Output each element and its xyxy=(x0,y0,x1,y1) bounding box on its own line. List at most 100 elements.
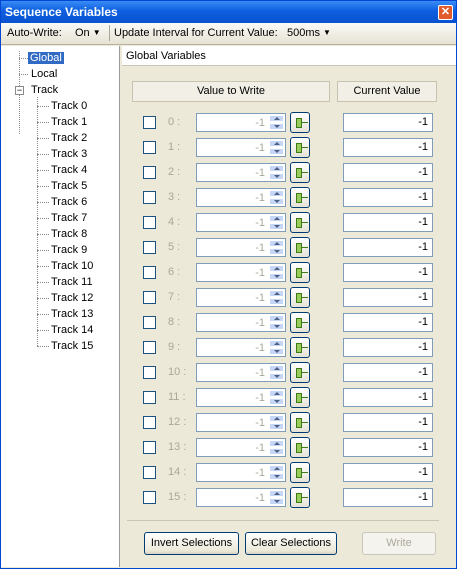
stepper-up-icon[interactable] xyxy=(269,415,284,422)
tree-item-track-6[interactable]: Track 6 xyxy=(51,195,87,210)
stepper-down-icon[interactable] xyxy=(269,173,284,180)
write-button[interactable]: Write xyxy=(362,532,436,555)
select-checkbox[interactable] xyxy=(143,366,156,379)
tree-item-track[interactable]: Track xyxy=(31,83,58,98)
tree-item-local[interactable]: Local xyxy=(31,67,57,82)
stepper-up-icon[interactable] xyxy=(269,215,284,222)
tree-item-track-13[interactable]: Track 13 xyxy=(51,307,93,322)
value-to-write-stepper[interactable]: -1 xyxy=(196,163,286,182)
stepper-up-icon[interactable] xyxy=(269,290,284,297)
value-to-write-stepper[interactable]: -1 xyxy=(196,113,286,132)
copy-current-value-button[interactable] xyxy=(290,412,310,433)
stepper-down-icon[interactable] xyxy=(269,223,284,230)
select-checkbox[interactable] xyxy=(143,291,156,304)
copy-current-value-button[interactable] xyxy=(290,112,310,133)
select-checkbox[interactable] xyxy=(143,491,156,504)
tree-item-track-15[interactable]: Track 15 xyxy=(51,339,93,354)
stepper-up-icon[interactable] xyxy=(269,490,284,497)
value-to-write-stepper[interactable]: -1 xyxy=(196,263,286,282)
copy-current-value-button[interactable] xyxy=(290,387,310,408)
tree-item-track-2[interactable]: Track 2 xyxy=(51,131,87,146)
copy-current-value-button[interactable] xyxy=(290,437,310,458)
select-checkbox[interactable] xyxy=(143,466,156,479)
stepper-down-icon[interactable] xyxy=(269,498,284,505)
select-checkbox[interactable] xyxy=(143,416,156,429)
copy-current-value-button[interactable] xyxy=(290,187,310,208)
select-checkbox[interactable] xyxy=(143,266,156,279)
stepper-up-icon[interactable] xyxy=(269,390,284,397)
autowrite-dropdown[interactable]: On ▼ xyxy=(75,27,101,39)
stepper-up-icon[interactable] xyxy=(269,465,284,472)
stepper-up-icon[interactable] xyxy=(269,265,284,272)
stepper-up-icon[interactable] xyxy=(269,165,284,172)
clear-selections-button[interactable]: Clear Selections xyxy=(245,532,337,555)
copy-current-value-button[interactable] xyxy=(290,162,310,183)
stepper-up-icon[interactable] xyxy=(269,115,284,122)
tree-item-track-12[interactable]: Track 12 xyxy=(51,291,93,306)
stepper-up-icon[interactable] xyxy=(269,240,284,247)
copy-current-value-button[interactable] xyxy=(290,262,310,283)
select-checkbox[interactable] xyxy=(143,316,156,329)
stepper-down-icon[interactable] xyxy=(269,448,284,455)
value-to-write-stepper[interactable]: -1 xyxy=(196,413,286,432)
collapse-icon[interactable]: − xyxy=(15,86,24,95)
value-to-write-stepper[interactable]: -1 xyxy=(196,213,286,232)
stepper-up-icon[interactable] xyxy=(269,340,284,347)
select-checkbox[interactable] xyxy=(143,191,156,204)
stepper-down-icon[interactable] xyxy=(269,123,284,130)
tree-item-track-5[interactable]: Track 5 xyxy=(51,179,87,194)
value-to-write-stepper[interactable]: -1 xyxy=(196,338,286,357)
value-to-write-stepper[interactable]: -1 xyxy=(196,188,286,207)
stepper-down-icon[interactable] xyxy=(269,148,284,155)
value-to-write-stepper[interactable]: -1 xyxy=(196,488,286,507)
value-to-write-stepper[interactable]: -1 xyxy=(196,363,286,382)
tree-item-track-3[interactable]: Track 3 xyxy=(51,147,87,162)
copy-current-value-button[interactable] xyxy=(290,312,310,333)
value-to-write-stepper[interactable]: -1 xyxy=(196,388,286,407)
interval-dropdown[interactable]: 500ms ▼ xyxy=(287,27,331,39)
copy-current-value-button[interactable] xyxy=(290,337,310,358)
copy-current-value-button[interactable] xyxy=(290,212,310,233)
tree-item-track-8[interactable]: Track 8 xyxy=(51,227,87,242)
value-to-write-stepper[interactable]: -1 xyxy=(196,438,286,457)
stepper-up-icon[interactable] xyxy=(269,440,284,447)
copy-current-value-button[interactable] xyxy=(290,237,310,258)
select-checkbox[interactable] xyxy=(143,391,156,404)
stepper-up-icon[interactable] xyxy=(269,190,284,197)
copy-current-value-button[interactable] xyxy=(290,487,310,508)
tree-item-track-11[interactable]: Track 11 xyxy=(51,275,93,290)
stepper-down-icon[interactable] xyxy=(269,473,284,480)
value-to-write-stepper[interactable]: -1 xyxy=(196,463,286,482)
tree-item-track-7[interactable]: Track 7 xyxy=(51,211,87,226)
tree-item-track-14[interactable]: Track 14 xyxy=(51,323,93,338)
close-icon[interactable]: ✕ xyxy=(438,5,453,20)
value-to-write-stepper[interactable]: -1 xyxy=(196,313,286,332)
stepper-down-icon[interactable] xyxy=(269,323,284,330)
stepper-up-icon[interactable] xyxy=(269,365,284,372)
stepper-up-icon[interactable] xyxy=(269,315,284,322)
select-checkbox[interactable] xyxy=(143,116,156,129)
tree-item-track-0[interactable]: Track 0 xyxy=(51,99,87,114)
value-to-write-stepper[interactable]: -1 xyxy=(196,238,286,257)
tree-item-global[interactable]: Global xyxy=(28,51,64,66)
stepper-down-icon[interactable] xyxy=(269,423,284,430)
select-checkbox[interactable] xyxy=(143,341,156,354)
stepper-down-icon[interactable] xyxy=(269,298,284,305)
value-to-write-stepper[interactable]: -1 xyxy=(196,138,286,157)
stepper-up-icon[interactable] xyxy=(269,140,284,147)
copy-current-value-button[interactable] xyxy=(290,462,310,483)
stepper-down-icon[interactable] xyxy=(269,398,284,405)
select-checkbox[interactable] xyxy=(143,241,156,254)
select-checkbox[interactable] xyxy=(143,216,156,229)
invert-selections-button[interactable]: Invert Selections xyxy=(144,532,239,555)
tree-item-track-1[interactable]: Track 1 xyxy=(51,115,87,130)
copy-current-value-button[interactable] xyxy=(290,137,310,158)
stepper-down-icon[interactable] xyxy=(269,373,284,380)
stepper-down-icon[interactable] xyxy=(269,198,284,205)
copy-current-value-button[interactable] xyxy=(290,287,310,308)
tree-item-track-9[interactable]: Track 9 xyxy=(51,243,87,258)
select-checkbox[interactable] xyxy=(143,166,156,179)
stepper-down-icon[interactable] xyxy=(269,273,284,280)
copy-current-value-button[interactable] xyxy=(290,362,310,383)
select-checkbox[interactable] xyxy=(143,441,156,454)
